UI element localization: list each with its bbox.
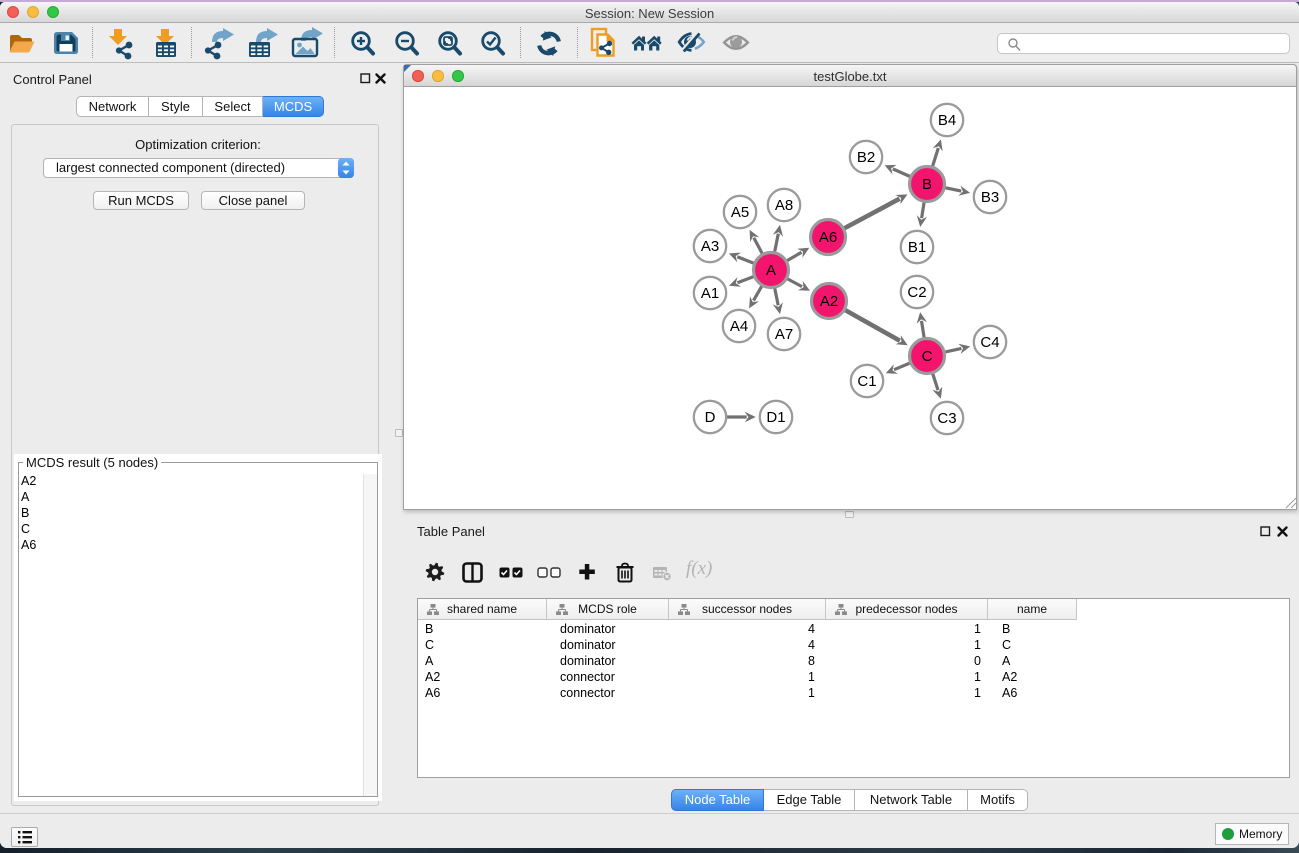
svg-text:A5: A5 [731, 204, 749, 221]
svg-text:C: C [922, 348, 933, 365]
svg-text:D: D [705, 409, 716, 426]
svg-text:B3: B3 [981, 189, 999, 206]
svg-text:B2: B2 [857, 149, 875, 166]
svg-text:A2: A2 [820, 293, 838, 310]
svg-text:C3: C3 [937, 410, 956, 427]
svg-text:B1: B1 [908, 239, 926, 256]
svg-text:B4: B4 [938, 112, 956, 129]
svg-text:B: B [922, 176, 932, 193]
svg-text:A1: A1 [701, 285, 719, 302]
svg-text:C2: C2 [907, 284, 926, 301]
svg-text:A6: A6 [819, 229, 837, 246]
svg-text:A4: A4 [730, 318, 748, 335]
svg-text:C1: C1 [857, 373, 876, 390]
svg-text:A7: A7 [775, 326, 793, 343]
svg-text:A8: A8 [775, 197, 793, 214]
svg-text:A: A [766, 262, 776, 279]
svg-text:D1: D1 [766, 409, 785, 426]
svg-text:A3: A3 [701, 238, 719, 255]
svg-text:C4: C4 [980, 334, 999, 351]
